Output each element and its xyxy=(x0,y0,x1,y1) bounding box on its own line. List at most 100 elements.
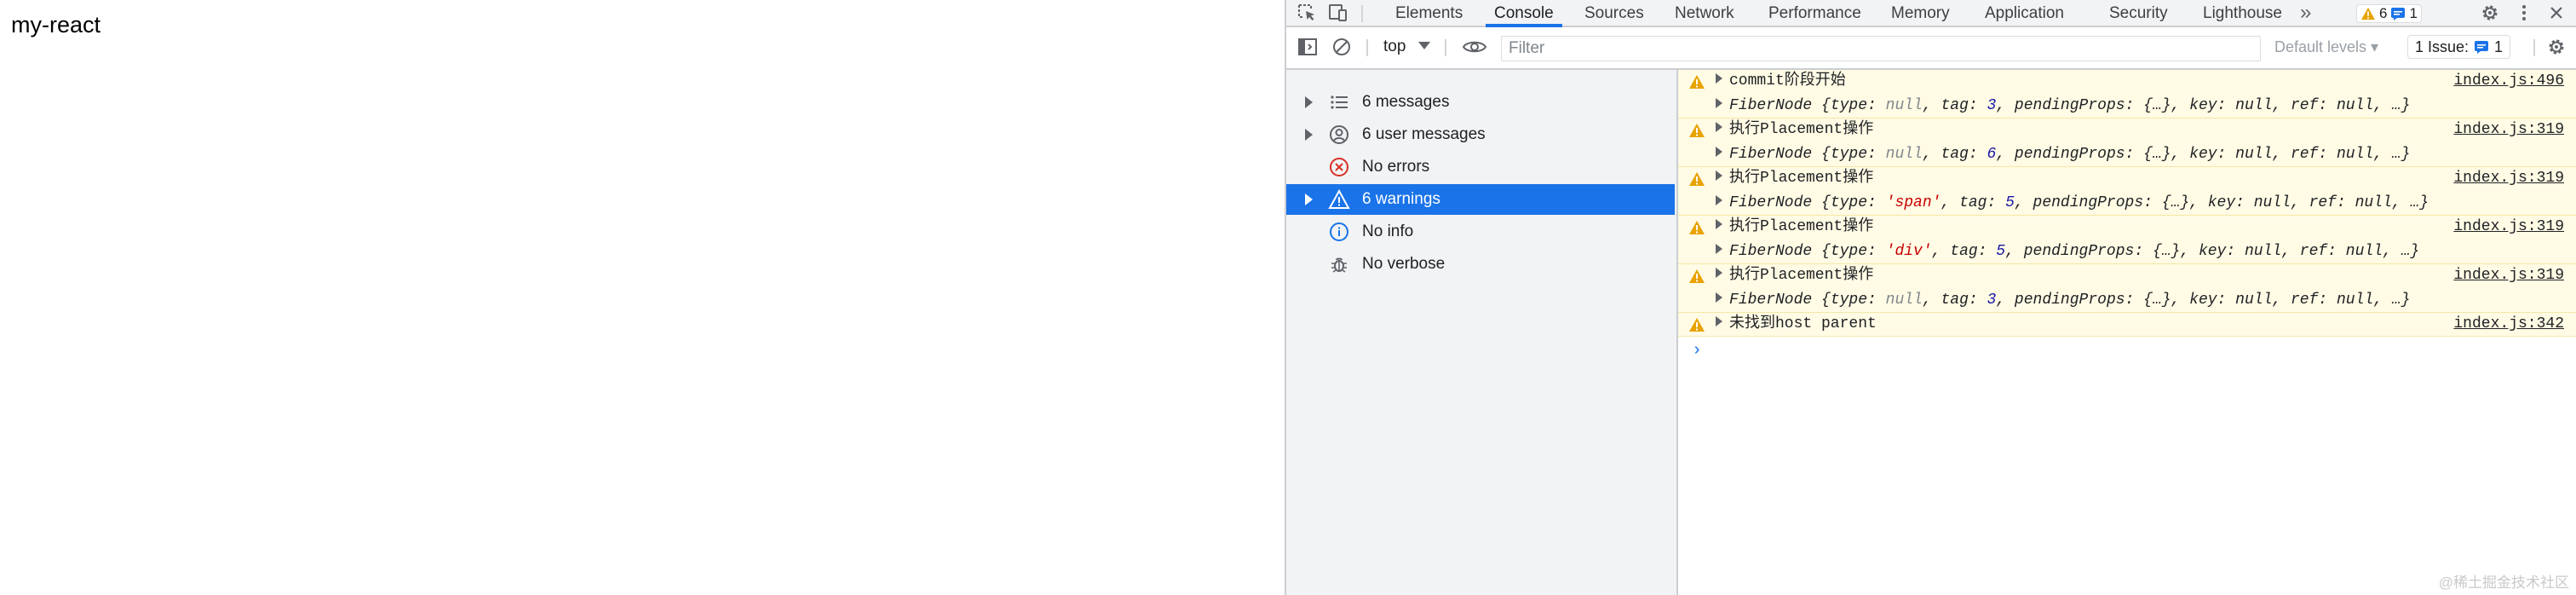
tab-elements[interactable]: Elements xyxy=(1395,0,1463,26)
live-expression-eye-icon[interactable] xyxy=(1462,37,1487,57)
source-link[interactable]: index.js:342 xyxy=(2453,315,2564,333)
console-warning-row[interactable]: 执行Placement操作 FiberNode {type: null, tag… xyxy=(1678,264,2576,313)
object-class-name: FiberNode xyxy=(1729,97,1813,114)
sidebar-item-label: 6 messages xyxy=(1362,93,1450,111)
message-text: 未找到host parent xyxy=(1729,315,1877,332)
inspect-element-icon[interactable] xyxy=(1297,3,1319,23)
message-text: 执行Placement操作 xyxy=(1729,170,1874,187)
fiber-type-value: 'span' xyxy=(1885,194,1941,211)
watermark: @稀土掘金技术社区 xyxy=(2438,575,2569,591)
tab-security[interactable]: Security xyxy=(2109,0,2168,26)
tab-lighthouse[interactable]: Lighthouse xyxy=(2203,0,2282,26)
bug-icon xyxy=(1328,253,1350,275)
fiber-type-value: null xyxy=(1885,146,1923,163)
expand-arrow-icon[interactable] xyxy=(1716,170,1722,181)
message-icon xyxy=(2391,8,2406,20)
sidebar-item-info[interactable]: No info xyxy=(1286,217,1675,247)
expand-arrow-icon[interactable] xyxy=(1716,292,1722,303)
object-class-name: FiberNode xyxy=(1729,146,1813,163)
source-link[interactable]: index.js:319 xyxy=(2453,120,2564,139)
console-warning-row[interactable]: 执行Placement操作 FiberNode {type: null, tag… xyxy=(1678,118,2576,167)
sidebar-item-warnings[interactable]: 6 warnings xyxy=(1286,184,1675,215)
fiber-tag-value: 5 xyxy=(2005,194,2015,211)
expand-arrow-icon[interactable] xyxy=(1305,96,1313,108)
source-link[interactable]: index.js:319 xyxy=(2453,266,2564,285)
sidebar-item-label: No errors xyxy=(1362,158,1430,176)
source-link[interactable]: index.js:319 xyxy=(2453,169,2564,188)
sidebar-item-label: No verbose xyxy=(1362,255,1446,273)
fibernode-object[interactable]: FiberNode {type: 'div', tag: 5, pendingP… xyxy=(1716,242,2419,261)
fiber-tag-value: 6 xyxy=(1987,146,1997,163)
issues-count: 1 xyxy=(2494,38,2504,55)
expand-arrow-icon[interactable] xyxy=(1716,73,1722,84)
warning-icon xyxy=(1689,172,1705,186)
console-messages: commit阶段开始 FiberNode {type: null, tag: 3… xyxy=(1678,70,2576,595)
expand-arrow-icon[interactable] xyxy=(1716,98,1722,108)
filter-field[interactable] xyxy=(1501,36,2261,61)
fiber-rest: pendingProps: {…}, key: null, ref: null,… xyxy=(2023,243,2420,260)
more-tabs-icon[interactable]: » xyxy=(2300,0,2311,26)
page-viewport: my-react xyxy=(0,0,1285,595)
console-warning-row[interactable]: commit阶段开始 FiberNode {type: null, tag: 3… xyxy=(1678,70,2576,118)
fiber-type-value: null xyxy=(1885,97,1923,114)
warnings-badge[interactable]: 6 1 xyxy=(2356,4,2422,23)
warning-icon xyxy=(1328,188,1350,211)
close-icon[interactable] xyxy=(2545,3,2567,23)
issues-button[interactable]: 1 Issue: 1 xyxy=(2407,35,2511,59)
expand-arrow-icon[interactable] xyxy=(1716,219,1722,229)
fiber-rest: pendingProps: {…}, key: null, ref: null,… xyxy=(2014,146,2411,163)
warning-icon xyxy=(1689,75,1705,89)
fibernode-object[interactable]: FiberNode {type: null, tag: 3, pendingPr… xyxy=(1716,291,2410,309)
source-link[interactable]: index.js:319 xyxy=(2453,217,2564,236)
console-warning-row[interactable]: 未找到host parent index.js:342 xyxy=(1678,313,2576,337)
expand-arrow-icon[interactable] xyxy=(1716,147,1722,157)
sidebar-item-errors[interactable]: No errors xyxy=(1286,152,1675,182)
console-settings-gear-icon[interactable] xyxy=(2545,37,2567,57)
console-warning-row[interactable]: 执行Placement操作 FiberNode {type: 'div', ta… xyxy=(1678,216,2576,264)
sidebar-item-label: 6 user messages xyxy=(1362,125,1486,143)
fiber-tag-value: 3 xyxy=(1987,97,1997,114)
chevron-down-icon[interactable] xyxy=(1418,42,1430,49)
tab-memory[interactable]: Memory xyxy=(1891,0,1950,26)
expand-arrow-icon[interactable] xyxy=(1305,129,1313,141)
expand-arrow-icon[interactable] xyxy=(1716,244,1722,254)
message-text: commit阶段开始 xyxy=(1729,72,1846,90)
tab-application[interactable]: Application xyxy=(1985,0,2064,26)
fibernode-object[interactable]: FiberNode {type: null, tag: 3, pendingPr… xyxy=(1716,96,2410,115)
sidebar-item-verbose[interactable]: No verbose xyxy=(1286,249,1675,280)
fibernode-object[interactable]: FiberNode {type: null, tag: 6, pendingPr… xyxy=(1716,145,2410,164)
expand-arrow-icon[interactable] xyxy=(1716,316,1722,326)
expand-arrow-icon[interactable] xyxy=(1716,195,1722,205)
warning-icon xyxy=(1689,124,1705,137)
source-link[interactable]: index.js:496 xyxy=(2453,72,2564,90)
sidebar-item-user-messages[interactable]: 6 user messages xyxy=(1286,119,1675,150)
tab-sources[interactable]: Sources xyxy=(1584,0,1644,26)
expand-arrow-icon[interactable] xyxy=(1716,268,1722,278)
tab-performance[interactable]: Performance xyxy=(1768,0,1861,26)
fibernode-object[interactable]: FiberNode {type: 'span', tag: 5, pending… xyxy=(1716,194,2429,212)
sidebar-item-messages[interactable]: 6 messages xyxy=(1286,87,1675,118)
error-icon xyxy=(1328,156,1350,178)
settings-gear-icon[interactable] xyxy=(2479,3,2501,23)
more-options-icon[interactable] xyxy=(2513,3,2535,23)
fiber-type-value: 'div' xyxy=(1885,243,1932,260)
clear-console-icon[interactable] xyxy=(1331,37,1353,57)
tab-console[interactable]: Console xyxy=(1486,0,1562,27)
fiber-rest: pendingProps: {…}, key: null, ref: null,… xyxy=(2014,292,2411,309)
context-selector[interactable]: top xyxy=(1383,38,1406,56)
object-class-name: FiberNode xyxy=(1729,194,1813,211)
expand-arrow-icon[interactable] xyxy=(1305,194,1313,205)
expand-arrow-icon[interactable] xyxy=(1716,122,1722,132)
log-levels-dropdown[interactable]: Default levels ▾ xyxy=(2274,38,2378,56)
fiber-type-value: null xyxy=(1885,292,1923,309)
console-warning-row[interactable]: 执行Placement操作 FiberNode {type: 'span', t… xyxy=(1678,167,2576,216)
fiber-rest: pendingProps: {…}, key: null, ref: null,… xyxy=(2033,194,2429,211)
message-text: 执行Placement操作 xyxy=(1729,121,1874,138)
filter-input[interactable] xyxy=(1502,37,2260,61)
tab-network[interactable]: Network xyxy=(1675,0,1734,26)
device-toolbar-icon[interactable] xyxy=(1327,3,1349,23)
devtools-panel: Elements Console Sources Network Perform… xyxy=(1285,0,2576,595)
console-prompt[interactable]: › xyxy=(1692,341,1702,361)
sidebar-toggle-icon[interactable] xyxy=(1297,37,1319,57)
warning-icon xyxy=(1689,221,1705,234)
